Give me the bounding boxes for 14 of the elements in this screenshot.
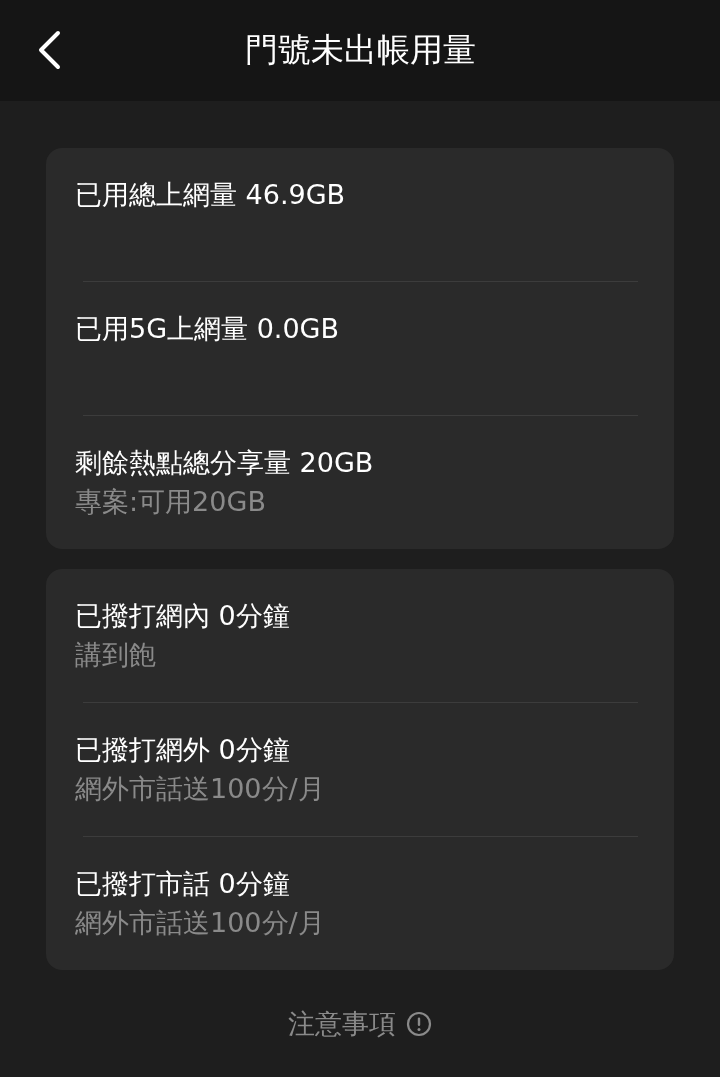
usage-title: 已用總上網量 46.9GB: [75, 178, 347, 212]
usage-title: 已用5G上網量 0.0GB: [75, 312, 341, 346]
usage-note: 網外市話送100分/月: [75, 772, 326, 806]
usage-note: 專案:可用20GB: [75, 485, 267, 519]
usage-title: 剩餘熱點總分享量 20GB: [75, 446, 375, 480]
usage-title: 已撥打網內 0分鐘: [75, 599, 291, 633]
info-icon: [406, 1011, 432, 1037]
usage-note: 講到飽: [75, 638, 157, 672]
usage-title: 已撥打網外 0分鐘: [75, 733, 291, 767]
notice-link[interactable]: 注意事項: [288, 1006, 432, 1042]
usage-note: 網外市話送100分/月: [75, 906, 326, 940]
back-icon: [36, 30, 62, 70]
usage-title: 已撥打市話 0分鐘: [75, 867, 291, 901]
page-title: 門號未出帳用量: [244, 29, 476, 71]
